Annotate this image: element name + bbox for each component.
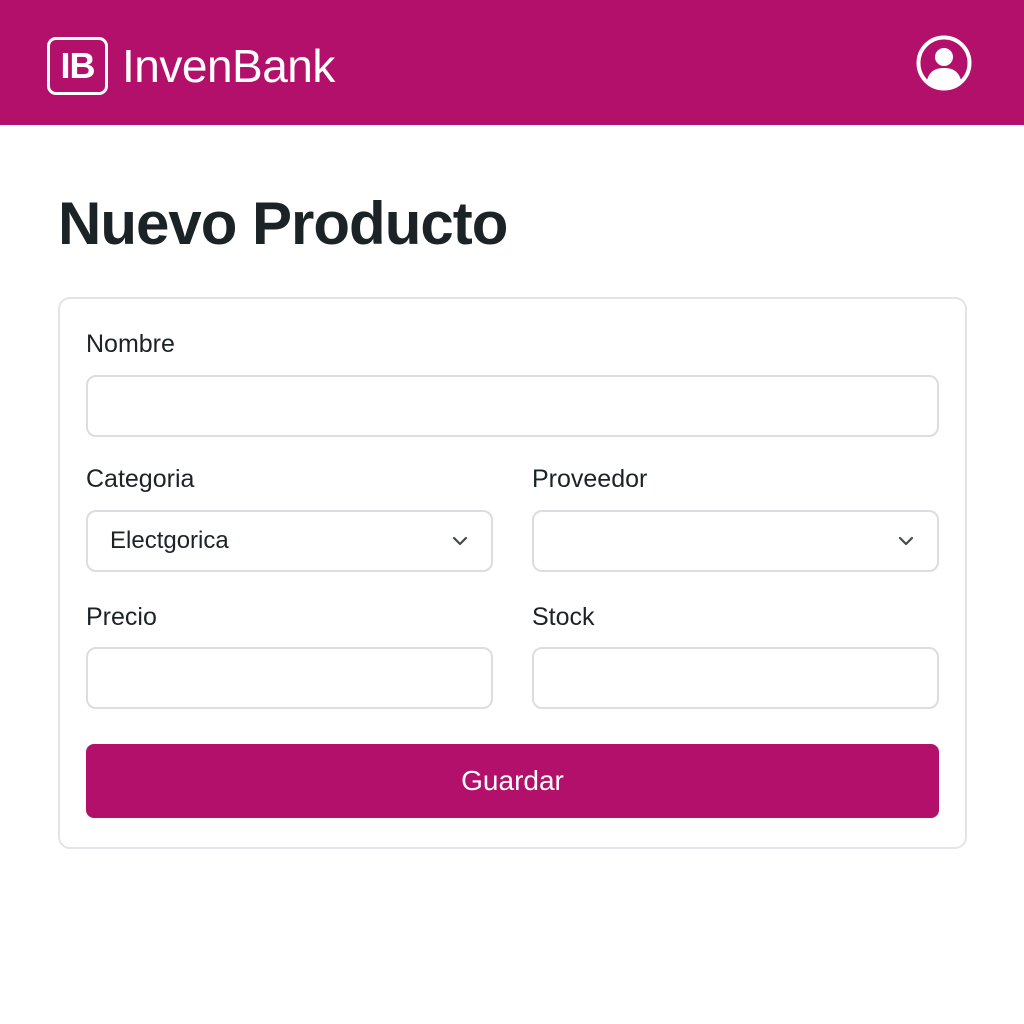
precio-label: Precio	[86, 603, 157, 631]
profile-button[interactable]	[916, 35, 972, 91]
page-title: Nuevo Producto	[58, 190, 508, 257]
brand-logo[interactable]: IB	[47, 37, 108, 95]
brand-name[interactable]: InvenBank	[122, 38, 335, 94]
stock-input[interactable]	[532, 647, 939, 709]
proveedor-label: Proveedor	[532, 465, 648, 493]
top-bar: IB InvenBank	[0, 0, 1024, 125]
stock-label: Stock	[532, 603, 595, 631]
user-circle-icon	[916, 35, 972, 91]
save-button[interactable]: Guardar	[86, 744, 939, 818]
categoria-selected-value: Electgorica	[110, 527, 229, 554]
chevron-down-icon	[898, 536, 914, 546]
logo-text: IB	[60, 45, 96, 86]
chevron-down-icon	[452, 536, 468, 546]
categoria-select[interactable]: Electgorica	[86, 510, 493, 572]
categoria-label: Categoria	[86, 465, 195, 493]
product-form: Nombre Categoria Electgorica Proveedor P…	[58, 297, 967, 849]
proveedor-select[interactable]	[532, 510, 939, 572]
nombre-label: Nombre	[86, 330, 175, 358]
nombre-input[interactable]	[86, 375, 939, 437]
precio-input[interactable]	[86, 647, 493, 709]
